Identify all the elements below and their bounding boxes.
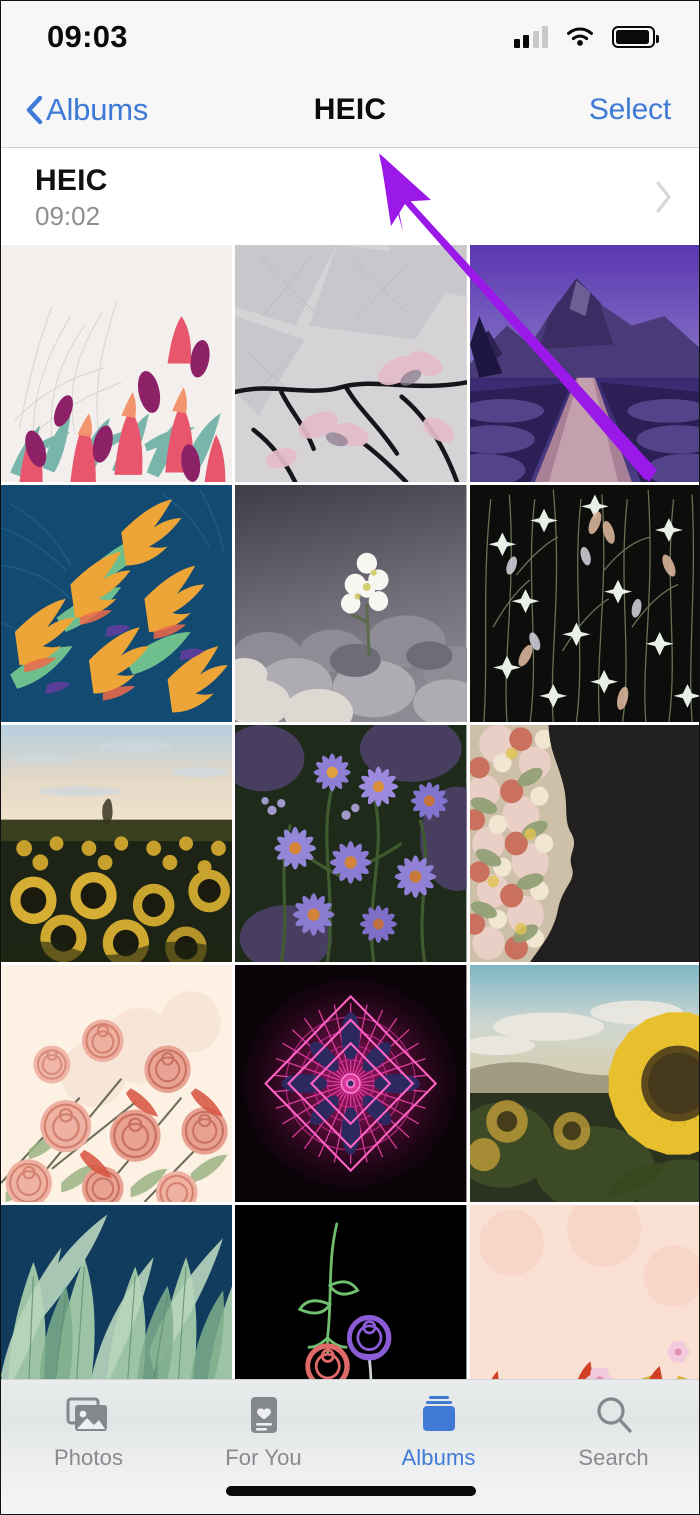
photo-thumbnail[interactable] — [235, 965, 467, 1202]
bird-of-paradise-on-navy — [1, 485, 233, 722]
neon-rose-line-art — [235, 1205, 467, 1381]
purple-aster-flowers — [235, 725, 467, 962]
select-button[interactable]: Select — [589, 93, 671, 127]
tab-search-label: Search — [578, 1445, 649, 1470]
floral-face-silhouette — [469, 725, 699, 962]
tab-for-you[interactable]: For You — [176, 1380, 351, 1471]
sunflower-closeup-sky — [469, 965, 699, 1202]
back-button-label: Albums — [46, 92, 149, 127]
chevron-left-icon — [26, 95, 43, 125]
tropical-foliage-on-blush — [469, 1205, 699, 1381]
wifi-icon — [567, 26, 593, 46]
white-wildflowers-on-black — [469, 485, 699, 722]
photo-thumbnail[interactable] — [1, 1205, 233, 1381]
tab-photos-label: Photos — [53, 1445, 124, 1470]
photo-thumbnail[interactable] — [235, 245, 467, 482]
photo-thumbnail[interactable] — [469, 1205, 699, 1381]
purple-lavender-field-mountain — [469, 245, 699, 482]
photo-thumbnail[interactable] — [1, 725, 233, 962]
photo-thumbnail[interactable] — [235, 1205, 467, 1381]
albums-icon — [417, 1392, 461, 1438]
tab-search[interactable]: Search — [526, 1380, 699, 1471]
tab-albums-label: Albums — [401, 1445, 476, 1470]
album-header-row[interactable]: HEIC 09:02 — [1, 149, 699, 245]
photos-app-screen: 09:03 Albums HEIC Select HEIC 09:02 Phot… — [0, 0, 700, 1515]
album-title: HEIC — [35, 163, 108, 197]
status-bar-clock: 09:03 — [47, 19, 128, 54]
grayscale-blossom-branches — [235, 245, 467, 482]
photo-thumbnail[interactable] — [469, 245, 699, 482]
photo-thumbnail[interactable] — [235, 725, 467, 962]
photo-thumbnail[interactable] — [469, 485, 699, 722]
home-indicator — [226, 1486, 476, 1496]
white-flower-on-pebbles — [235, 485, 467, 722]
pink-roses-on-cream — [1, 965, 233, 1202]
for-you-icon — [243, 1392, 285, 1438]
photo-thumbnail[interactable] — [1, 245, 233, 482]
photo-thumbnail[interactable] — [1, 485, 233, 722]
photo-grid[interactable] — [1, 245, 699, 1381]
tab-albums[interactable]: Albums — [351, 1380, 526, 1471]
tab-for-you-label: For You — [225, 1445, 302, 1470]
status-bar: 09:03 — [1, 1, 699, 73]
pink-teal-botanical-illustration — [1, 245, 233, 482]
photo-thumbnail[interactable] — [235, 485, 467, 722]
photo-thumbnail[interactable] — [1, 965, 233, 1202]
back-button[interactable]: Albums — [25, 92, 148, 128]
sunflower-field-dusk — [1, 725, 233, 962]
tab-photos[interactable]: Photos — [1, 1380, 176, 1471]
cellular-signal-icon — [513, 26, 548, 48]
album-timestamp: 09:02 — [35, 200, 101, 231]
battery-icon — [612, 26, 659, 48]
navigation-bar: Albums HEIC Select — [1, 73, 699, 148]
neon-pink-mandala — [235, 965, 467, 1202]
tab-bar: Photos For You Albums Search — [1, 1379, 699, 1514]
album-header-text: HEIC 09:02 — [35, 164, 653, 231]
status-bar-indicators — [513, 26, 659, 49]
photo-thumbnail[interactable] — [469, 725, 699, 962]
search-icon — [593, 1392, 635, 1438]
green-leaves-on-navy — [1, 1205, 233, 1381]
photos-icon — [66, 1392, 112, 1438]
chevron-right-icon — [656, 181, 671, 213]
photo-thumbnail[interactable] — [469, 965, 699, 1202]
